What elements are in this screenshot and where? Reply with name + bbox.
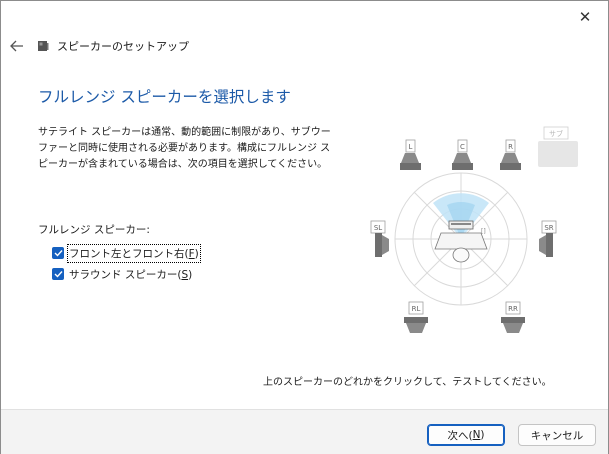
full-range-speakers-label: フルレンジ スピーカー: xyxy=(38,224,150,236)
wizard-title: スピーカーのセットアップ xyxy=(57,40,189,53)
footer-bar: 次へ(N) キャンセル xyxy=(1,409,608,454)
next-button[interactable]: 次へ(N) xyxy=(427,424,505,446)
close-icon: ✕ xyxy=(578,8,592,26)
subwoofer-speaker: サブ xyxy=(538,126,578,167)
main-instruction: フルレンジ スピーカーを選択します xyxy=(38,88,291,106)
speaker-setup-window: ✕ スピーカーのセットアップ フルレンジ スピーカーを選択します サテライト ス… xyxy=(0,0,609,454)
surround-speakers-option[interactable]: サラウンド スピーカー(S) xyxy=(52,265,193,283)
test-hint-text: 上のスピーカーのどれかをクリックして、テストしてください。 xyxy=(263,377,552,388)
checkmark-icon xyxy=(54,250,63,257)
front-left-right-option[interactable]: フロント左とフロント右(F) xyxy=(52,243,201,263)
surround-left-speaker[interactable]: SL xyxy=(370,220,389,257)
speaker-icon xyxy=(38,41,49,51)
front-right-speaker[interactable]: R xyxy=(500,139,521,170)
surround-right-speaker[interactable]: SR xyxy=(539,220,557,257)
cancel-button[interactable]: キャンセル xyxy=(518,424,596,446)
back-button[interactable] xyxy=(5,34,29,58)
description-text: サテライト スピーカーは通常、動的範囲に制限があり、サブウーファーと同時に使用さ… xyxy=(38,127,331,170)
surround-speakers-checkbox[interactable] xyxy=(52,268,64,280)
arrow-left-icon xyxy=(10,40,23,52)
title-bar: ✕ xyxy=(1,1,608,33)
close-button[interactable]: ✕ xyxy=(562,1,608,33)
subwoofer-speaker-label: サブ xyxy=(549,129,563,138)
surround-speakers-label[interactable]: サラウンド スピーカー(S) xyxy=(68,266,193,283)
rear-left-speaker[interactable]: RL xyxy=(404,301,428,333)
rear-right-speaker[interactable]: RR xyxy=(501,301,525,333)
speaker-layout-diagram: [] L C R サブ SL SR RL RR xyxy=(370,126,578,333)
center-speaker-label: C xyxy=(460,143,465,151)
svg-text:[]: [] xyxy=(481,228,486,235)
front-left-speaker-label: L xyxy=(409,143,413,151)
rear-left-speaker-label: RL xyxy=(412,305,421,313)
surround-right-speaker-label: SR xyxy=(544,224,553,232)
front-left-speaker[interactable]: L xyxy=(400,139,421,170)
center-speaker[interactable]: C xyxy=(452,139,473,170)
checkmark-icon xyxy=(54,271,63,278)
rear-right-speaker-label: RR xyxy=(508,305,518,313)
front-left-right-checkbox[interactable] xyxy=(52,247,64,259)
listener-chair: [] xyxy=(434,220,488,263)
surround-left-speaker-label: SL xyxy=(374,224,382,232)
front-left-right-label[interactable]: フロント左とフロント右(F) xyxy=(67,243,201,263)
wizard-header: スピーカーのセットアップ xyxy=(37,37,189,55)
front-right-speaker-label: R xyxy=(508,143,513,151)
